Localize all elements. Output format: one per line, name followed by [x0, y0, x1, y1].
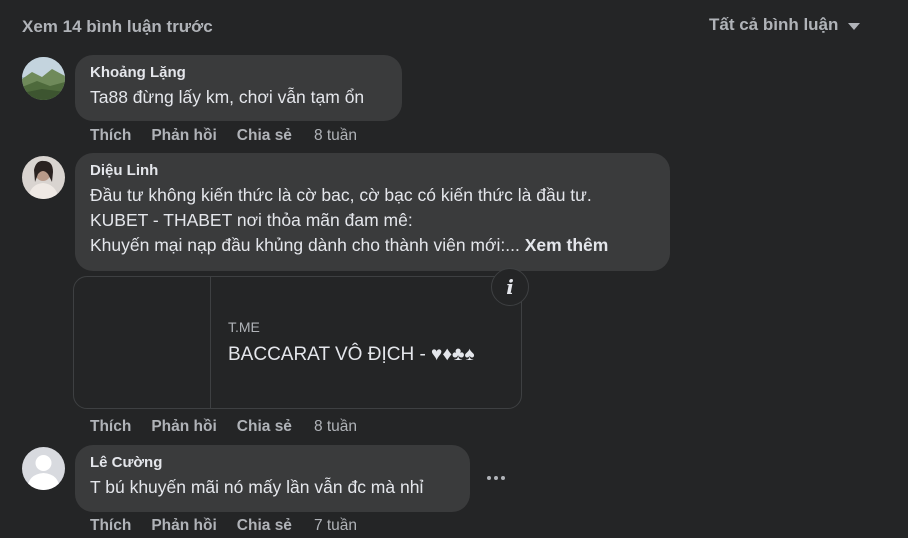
comment-text-line: Đầu tư không kiến thức là cờ bac, cờ bạc… [90, 185, 592, 205]
caret-down-icon [848, 23, 861, 30]
share-button[interactable]: Chia sẻ [237, 418, 292, 436]
comment-author[interactable]: Lê Cường [90, 453, 456, 472]
comment-actions: Thích Phản hồi Chia sẻ 8 tuần [90, 418, 357, 436]
comment-bubble: Diệu Linh Đầu tư không kiến thức là cờ b… [75, 153, 670, 271]
comment-text-line: KUBET - THABET nơi thỏa mãn đam mê: [90, 210, 413, 230]
comment-actions: Thích Phản hồi Chia sẻ 8 tuần [90, 127, 357, 145]
like-button[interactable]: Thích [90, 517, 131, 535]
reply-button[interactable]: Phản hồi [151, 418, 216, 436]
link-preview-card[interactable]: T.ME BACCARAT VÔ ĐỊCH - ♥♦♣♠ [73, 276, 522, 409]
comment-timestamp[interactable]: 7 tuần [314, 517, 357, 535]
comment-text-line: Khuyến mại nạp đầu khủng dành cho thành … [90, 233, 656, 258]
comment-text: T bú khuyến mãi nó mấy lần vẫn đc mà nhỉ [90, 475, 456, 500]
share-button[interactable]: Chia sẻ [237, 127, 292, 145]
comment-bubble: Khoảng Lặng Ta88 đừng lấy km, chơi vẫn t… [75, 55, 402, 121]
reply-button[interactable]: Phản hồi [151, 517, 216, 535]
comment-timestamp[interactable]: 8 tuần [314, 418, 357, 436]
comment-author[interactable]: Khoảng Lặng [90, 63, 388, 82]
avatar[interactable] [22, 156, 65, 199]
comment-text-line: Ta88 đừng lấy km, chơi vẫn tạm ổn [90, 87, 365, 107]
comment-text-truncated: Khuyến mại nạp đầu khủng dành cho thành … [90, 235, 520, 255]
comment-text-line: T bú khuyến mãi nó mấy lần vẫn đc mà nhỉ [90, 477, 424, 497]
reply-button[interactable]: Phản hồi [151, 127, 216, 145]
sort-label: Tất cả bình luận [709, 15, 839, 34]
share-button[interactable]: Chia sẻ [237, 517, 292, 535]
comment-bubble: Lê Cường T bú khuyến mãi nó mấy lần vẫn … [75, 445, 470, 512]
like-button[interactable]: Thích [90, 127, 131, 145]
more-options-icon[interactable] [481, 463, 511, 493]
see-more-link[interactable]: Xem thêm [525, 235, 609, 255]
avatar[interactable] [22, 57, 65, 100]
info-icon[interactable]: i [491, 268, 529, 306]
comment-text: Đầu tư không kiến thức là cờ bac, cờ bạc… [90, 183, 656, 258]
comment-author[interactable]: Diệu Linh [90, 161, 656, 180]
avatar[interactable] [22, 447, 65, 490]
view-previous-comments-link[interactable]: Xem 14 bình luận trước [22, 17, 213, 37]
like-button[interactable]: Thích [90, 418, 131, 436]
comments-header: Xem 14 bình luận trước Tất cả bình luận [0, 0, 908, 54]
comment-timestamp[interactable]: 8 tuần [314, 127, 357, 145]
link-domain: T.ME [228, 319, 260, 335]
comment-text: Ta88 đừng lấy km, chơi vẫn tạm ổn [90, 85, 388, 110]
link-title: BACCARAT VÔ ĐỊCH - ♥♦♣♠ [228, 344, 475, 365]
comment-actions: Thích Phản hồi Chia sẻ 7 tuần [90, 517, 357, 535]
link-thumbnail [74, 277, 211, 408]
comment-sort-dropdown[interactable]: Tất cả bình luận [709, 15, 861, 35]
